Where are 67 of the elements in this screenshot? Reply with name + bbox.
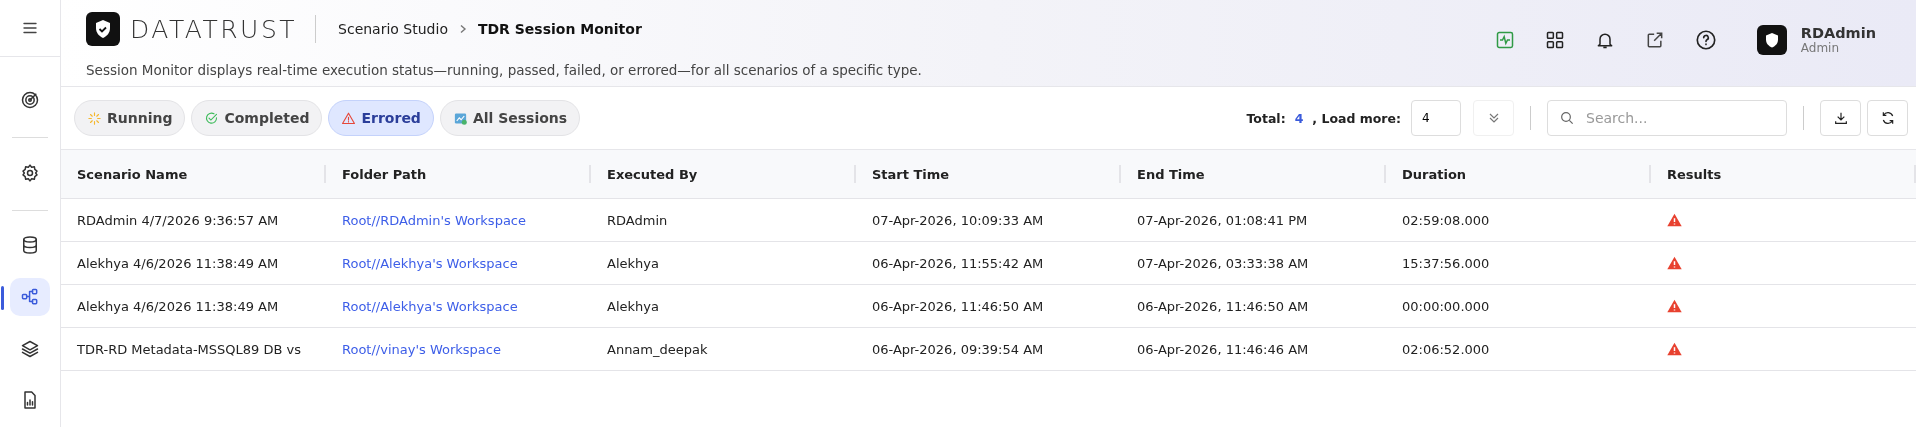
table-cell: Alekhya 4/6/2026 11:38:49 AM xyxy=(77,255,279,271)
table-cell: RDAdmin xyxy=(607,212,668,228)
activity-icon[interactable] xyxy=(1494,30,1515,50)
column-header[interactable]: Folder Path xyxy=(342,166,427,182)
table-cell: 07-Apr-2026, 03:33:38 AM xyxy=(1137,255,1309,271)
warning-icon xyxy=(341,110,357,126)
table-cell: 06-Apr-2026, 09:39:54 AM xyxy=(872,341,1044,357)
folder-link[interactable]: Root//RDAdmin's Workspace xyxy=(342,212,526,228)
layers-icon xyxy=(20,338,40,359)
search-icon xyxy=(1559,110,1575,126)
table-cell: 07-Apr-2026, 01:08:41 PM xyxy=(1137,212,1308,228)
help-icon[interactable] xyxy=(1694,29,1717,51)
warning-icon xyxy=(1667,213,1682,227)
table-cell: 06-Apr-2026, 11:55:42 AM xyxy=(872,255,1044,271)
settings-icon xyxy=(20,162,40,183)
table-cell: 00:00:00.000 xyxy=(1402,298,1490,314)
folder-link[interactable]: Root//Alekhya's Workspace xyxy=(342,255,518,271)
page-title: TDR Session Monitor xyxy=(477,21,642,37)
check-circle-icon xyxy=(204,110,220,126)
table-cell: 15:37:56.000 xyxy=(1402,255,1490,271)
warning-icon xyxy=(1667,299,1682,313)
warning-icon xyxy=(1667,342,1682,356)
page-description: Session Monitor displays real-time execution status—running, passed, failed, or errored—for all scenarios of a specific type. xyxy=(86,62,922,78)
filter-tab[interactable]: Running xyxy=(74,100,186,136)
column-header[interactable]: Scenario Name xyxy=(77,166,188,182)
total-count: 4 xyxy=(1294,110,1304,126)
flow-diagram-icon xyxy=(20,286,40,307)
apps-grid-icon[interactable] xyxy=(1544,30,1565,50)
table-cell: 06-Apr-2026, 11:46:50 AM xyxy=(872,298,1044,314)
filter-tab[interactable]: All Sessions xyxy=(439,100,581,136)
table-cell: RDAdmin 4/7/2026 9:36:57 AM xyxy=(77,212,279,228)
table-cell: Alekhya 4/6/2026 11:38:49 AM xyxy=(77,298,279,314)
table-cell: 06-Apr-2026, 11:46:46 AM xyxy=(1137,341,1309,357)
search-field[interactable]: Search... xyxy=(1547,100,1787,136)
table-cell: Alekhya xyxy=(607,255,659,271)
user-name: RDAdmin xyxy=(1800,25,1876,41)
column-header[interactable]: Duration xyxy=(1402,166,1467,182)
filter-tab[interactable]: Errored xyxy=(328,100,434,136)
sparkle-icon xyxy=(87,110,102,126)
table-cell: 07-Apr-2026, 10:09:33 AM xyxy=(872,212,1044,228)
table-cell: 02:59:08.000 xyxy=(1402,212,1490,228)
brand-name: DATATRUST xyxy=(130,14,298,44)
total-label: Total: xyxy=(1246,110,1286,126)
column-header[interactable]: End Time xyxy=(1137,166,1205,182)
download-button[interactable] xyxy=(1820,100,1861,136)
folder-link[interactable]: Root//Alekhya's Workspace xyxy=(342,298,518,314)
column-header[interactable]: Start Time xyxy=(872,166,950,182)
folder-link[interactable]: Root//vinay's Workspace xyxy=(342,341,501,357)
column-header[interactable]: Results xyxy=(1667,166,1722,182)
table-cell: Alekhya xyxy=(607,298,659,314)
table-cell: TDR-RD Metadata-MSSQL89 DB vs xyxy=(77,341,301,357)
filter-tab[interactable]: Completed xyxy=(191,100,323,136)
database-icon xyxy=(20,235,40,256)
load-more-field[interactable]: 4 xyxy=(1411,100,1461,136)
table-cell: 02:06:52.000 xyxy=(1402,341,1490,357)
breadcrumb-link[interactable]: Scenario Studio xyxy=(338,21,448,37)
user-role: Admin xyxy=(1800,41,1841,55)
warning-icon xyxy=(1667,256,1682,270)
refresh-button[interactable] xyxy=(1867,100,1908,136)
download-icon xyxy=(1832,110,1849,126)
target-icon xyxy=(20,90,40,111)
load-more-label: , Load more: xyxy=(1312,110,1401,126)
table-cell: 06-Apr-2026, 11:46:50 AM xyxy=(1137,298,1309,314)
table-cell: Annam_deepak xyxy=(607,341,708,357)
shield-logo-icon xyxy=(86,12,120,46)
avatar-icon[interactable] xyxy=(1756,25,1787,55)
column-header[interactable]: Executed By xyxy=(607,166,698,182)
